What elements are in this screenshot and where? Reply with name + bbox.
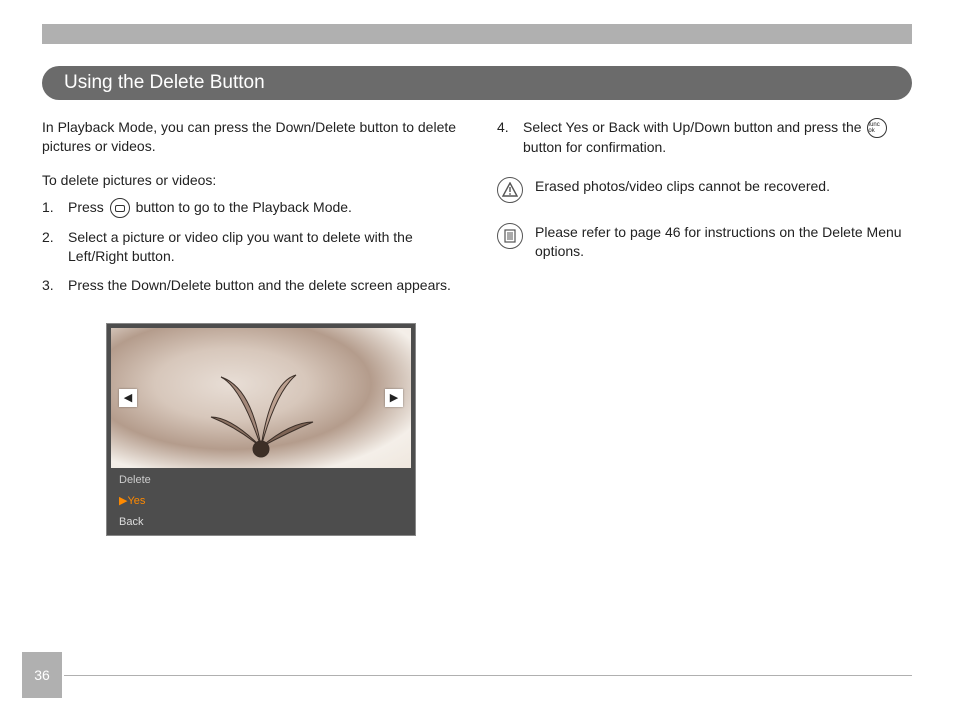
left-column: In Playback Mode, you can press the Down… xyxy=(42,118,457,536)
warning-text: Erased photos/video clips cannot be reco… xyxy=(535,177,912,196)
step4-post: button for conﬁrmation. xyxy=(523,139,666,155)
step-number: 4. xyxy=(497,118,513,137)
step-2: 2. Select a picture or video clip you wa… xyxy=(42,228,457,266)
step-text: Press the Down/Delete button and the del… xyxy=(68,276,457,295)
camera-screenshot: ◀ ▶ Delete ▶Yes Back xyxy=(106,323,416,536)
step-1: 1. Press button to go to the Playback Mo… xyxy=(42,198,457,218)
photo-preview: ◀ ▶ xyxy=(111,328,411,468)
step1-post: button to go to the Playback Mode. xyxy=(136,199,352,215)
flower-illustration xyxy=(181,357,341,467)
footer-rule xyxy=(64,675,912,676)
step-number: 1. xyxy=(42,198,58,217)
delete-yes-option[interactable]: ▶Yes xyxy=(111,492,411,510)
next-photo-button[interactable]: ▶ xyxy=(385,389,403,407)
warning-note: Erased photos/video clips cannot be reco… xyxy=(497,177,912,203)
intro-text: In Playback Mode, you can press the Down… xyxy=(42,118,457,156)
playback-icon xyxy=(110,198,130,218)
intro2-text: To delete pictures or videos: xyxy=(42,172,457,188)
reference-note: Please refer to page 46 for instructions… xyxy=(497,223,912,261)
top-bar-decoration xyxy=(42,24,912,44)
instruction-list: 1. Press button to go to the Playback Mo… xyxy=(42,198,457,295)
step-4: 4. Select Yes or Back with Up/Down butto… xyxy=(497,118,912,157)
instruction-list-right: 4. Select Yes or Back with Up/Down butto… xyxy=(497,118,912,157)
notebook-icon xyxy=(497,223,523,249)
page-number: 36 xyxy=(22,652,62,698)
two-column-layout: In Playback Mode, you can press the Down… xyxy=(42,118,912,536)
delete-menu-header: Delete xyxy=(111,471,411,489)
prev-photo-button[interactable]: ◀ xyxy=(119,389,137,407)
step-3: 3. Press the Down/Delete button and the … xyxy=(42,276,457,295)
step-number: 3. xyxy=(42,276,58,295)
delete-back-option[interactable]: Back xyxy=(111,513,411,531)
section-title: Using the Delete Button xyxy=(42,66,912,100)
step-number: 2. xyxy=(42,228,58,247)
func-ok-icon: func ok xyxy=(867,118,887,138)
step1-pre: Press xyxy=(68,199,104,215)
step4-pre: Select Yes or Back with Up/Down button a… xyxy=(523,119,862,135)
right-column: 4. Select Yes or Back with Up/Down butto… xyxy=(497,118,912,536)
reference-text: Please refer to page 46 for instructions… xyxy=(535,223,912,261)
step-text: Press button to go to the Playback Mode. xyxy=(68,198,457,218)
step-text: Select a picture or video clip you want … xyxy=(68,228,457,266)
warning-icon xyxy=(497,177,523,203)
step-text: Select Yes or Back with Up/Down button a… xyxy=(523,118,912,157)
